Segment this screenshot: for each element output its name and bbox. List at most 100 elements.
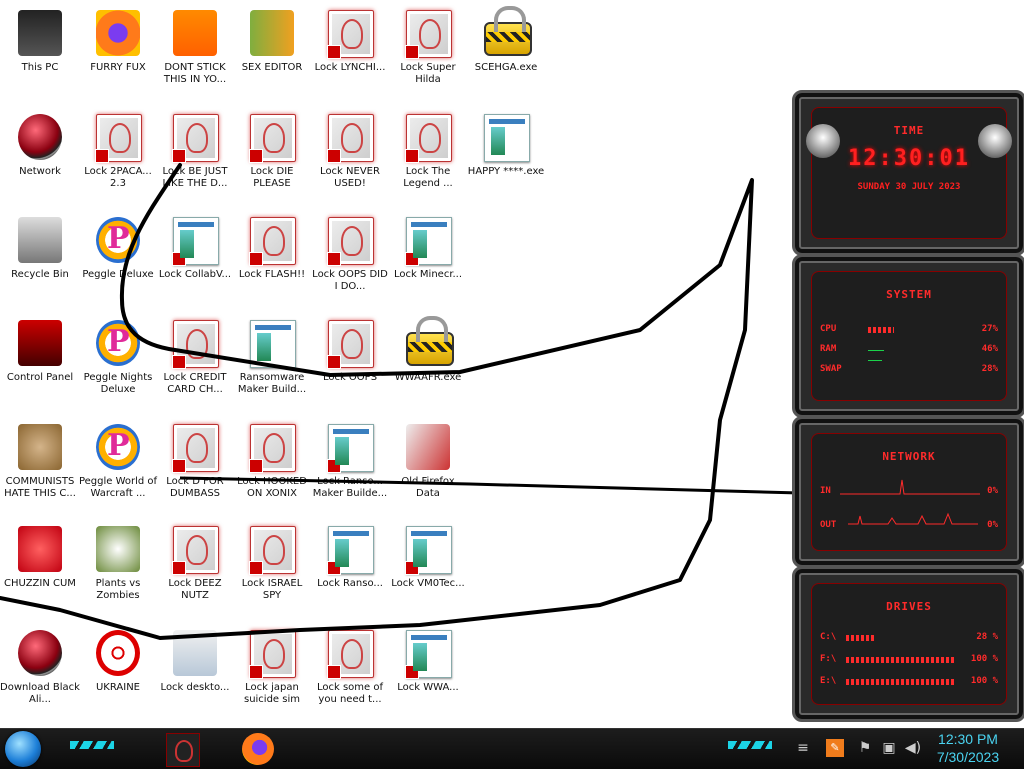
locked-document-icon (172, 424, 219, 473)
desktop-icon[interactable]: Ransomware Maker Build... (232, 314, 312, 410)
locked-document-icon (249, 217, 296, 266)
plants-vs-zombies-icon (96, 526, 140, 572)
desktop-icon-label: Lock D FOR DUMBASS (166, 476, 224, 499)
chuzzle-icon (18, 526, 62, 572)
drive-f-label: F:\ (820, 654, 837, 664)
desktop-icon-label: Lock 2PACA... 2.3 (84, 166, 152, 189)
desktop-icon[interactable]: Lock OOPS (310, 314, 390, 410)
desktop-icon[interactable]: Peggle World of Warcraft ... (78, 418, 158, 514)
desktop-icon[interactable]: Download Black Ali... (0, 624, 80, 720)
desktop-icon-label: Lock HOOKED ON XONIX (237, 476, 307, 499)
desktop-icon[interactable]: Lock LYNCHI... (310, 4, 390, 100)
desktop-icon[interactable]: UKRAINE (78, 624, 158, 720)
start-button[interactable] (5, 731, 41, 767)
desktop-icon-label: Lock OOPS (322, 372, 378, 383)
desktop-icon[interactable]: SEX EDITOR (232, 4, 312, 100)
desktop-icon[interactable]: Lock BE JUST LIKE THE D... (155, 108, 235, 204)
taskbar-firefox-icon[interactable] (242, 733, 274, 765)
desktop-icon[interactable]: Peggle Deluxe (78, 211, 158, 307)
net-in-value: 0% (987, 486, 998, 496)
network-icon[interactable]: ▣ (880, 739, 898, 757)
desktop-icon[interactable]: Peggle Nights Deluxe (78, 314, 158, 410)
taskbar-clock-time[interactable]: 12:30 PM (928, 731, 1008, 747)
network-widget[interactable]: NETWORK IN 0% OUT 0% (792, 416, 1024, 568)
desktop-icon[interactable]: Lock VM0Tec... (388, 520, 468, 616)
desktop-icon[interactable]: SCEHGA.exe (466, 4, 546, 100)
desktop-icon-label: Lock DEEZ NUTZ (168, 578, 222, 601)
desktop-icon-label: HAPPY ****.exe (467, 166, 545, 177)
ram-bar (868, 350, 884, 351)
desktop-icon[interactable]: Lock Super Hilda (388, 4, 468, 100)
desktop-icon[interactable]: Lock Ranso... (310, 520, 390, 616)
shortcut-arrow-icon (327, 665, 341, 679)
desktop-icon[interactable]: Control Panel (0, 314, 80, 410)
time-widget[interactable]: TIME 12:30:01 SUNDAY 30 JULY 2023 (792, 90, 1024, 256)
desktop-icon[interactable]: Lock ISRAEL SPY (232, 520, 312, 616)
volume-icon[interactable]: ◀) (904, 739, 922, 757)
desktop-icon[interactable]: Lock D FOR DUMBASS (155, 418, 235, 514)
shortcut-arrow-icon (172, 561, 186, 575)
desktop-icon[interactable]: Lock Minecr... (388, 211, 468, 307)
desktop-icon-label: Lock CollabV... (158, 269, 232, 280)
desktop-icon[interactable]: Lock CREDIT CARD CH... (155, 314, 235, 410)
radiation-icon (96, 630, 140, 676)
desktop-icon[interactable]: Network (0, 108, 80, 204)
desktop-icon[interactable]: DONT STICK THIS IN YO... (155, 4, 235, 100)
desktop-icon[interactable]: HAPPY ****.exe (466, 108, 546, 204)
desktop-icon-label: Ransomware Maker Build... (237, 372, 307, 395)
desktop-icon-label: Lock deskto... (160, 682, 230, 693)
shortcut-arrow-icon (327, 149, 341, 163)
desktop-icon[interactable]: FURRY FUX (78, 4, 158, 100)
window-app-icon (250, 320, 296, 368)
desktop-icon-label: Plants vs Zombies (95, 578, 141, 601)
desktop-icon[interactable]: Lock OOPS DID I DO... (310, 211, 390, 307)
vlc-cone-icon (173, 10, 217, 56)
locked-document-icon (172, 320, 219, 369)
show-hidden-icons-chevron[interactable]: ≡ (794, 739, 812, 757)
locked-document-icon (405, 114, 452, 163)
locked-document-icon (249, 526, 296, 575)
desktop-icon[interactable]: Lock The Legend ... (388, 108, 468, 204)
desktop-icon-label: FURRY FUX (90, 62, 146, 73)
desktop-icon[interactable]: Lock CollabV... (155, 211, 235, 307)
shortcut-arrow-icon (405, 45, 419, 59)
desktop-icon-label: SEX EDITOR (241, 62, 303, 73)
flag-icon[interactable]: ⚑ (856, 739, 874, 757)
shortcut-arrow-icon (95, 149, 109, 163)
desktop-icon[interactable]: Lock japan suicide sim (232, 624, 312, 720)
desktop-icon[interactable]: Lock WWA... (388, 624, 468, 720)
desktop-icon-label: Recycle Bin (11, 269, 69, 280)
desktop-icon[interactable]: Lock DEEZ NUTZ (155, 520, 235, 616)
desktop-icon-label: Lock VM0Tec... (391, 578, 465, 589)
language-icon[interactable]: ✎ (826, 739, 844, 757)
desktop-icon[interactable]: WWAAFR.exe (388, 314, 468, 410)
desktop-icon[interactable]: CHUZZIN CUM (0, 520, 80, 616)
shortcut-arrow-icon (405, 149, 419, 163)
desktop-icon[interactable]: Lock deskto... (155, 624, 235, 720)
desktop-icon[interactable]: This PC (0, 4, 80, 100)
locked-document-icon (249, 630, 296, 679)
drives-widget[interactable]: DRIVES C:\ 28 % F:\ 100 % E:\ 100 % (792, 566, 1024, 722)
firefox-icon (96, 10, 140, 56)
desktop-icon[interactable]: Lock HOOKED ON XONIX (232, 418, 312, 514)
net-in-label: IN (820, 486, 831, 496)
desktop-icon[interactable]: Lock some of you need t... (310, 624, 390, 720)
desktop-icon-label: COMMUNISTS HATE THIS C... (4, 476, 76, 499)
desktop-icon[interactable]: Lock Ranso... Maker Builde... (310, 418, 390, 514)
desktop-icon[interactable]: Lock NEVER USED! (310, 108, 390, 204)
taskbar-clock-date[interactable]: 7/30/2023 (928, 749, 1008, 765)
taskbar-alien-app-icon[interactable] (166, 733, 200, 767)
system-widget[interactable]: SYSTEM CPU 27% RAM 46% SWAP 28% (792, 254, 1024, 418)
desktop-icon[interactable]: Lock DIE PLEASE (232, 108, 312, 204)
desktop-icon[interactable]: Lock 2PACA... 2.3 (78, 108, 158, 204)
shortcut-arrow-icon (249, 149, 263, 163)
desktop-icon[interactable]: Old Firefox Data (388, 418, 468, 514)
desktop-icon[interactable]: Lock FLASH!! (232, 211, 312, 307)
swap-label: SWAP (820, 364, 842, 374)
desktop-icon-label: Lock NEVER USED! (320, 166, 380, 189)
peggle-icon (96, 424, 140, 470)
locked-document-icon (249, 114, 296, 163)
desktop-icon[interactable]: Recycle Bin (0, 211, 80, 307)
desktop-icon[interactable]: COMMUNISTS HATE THIS C... (0, 418, 80, 514)
desktop-icon[interactable]: Plants vs Zombies (78, 520, 158, 616)
